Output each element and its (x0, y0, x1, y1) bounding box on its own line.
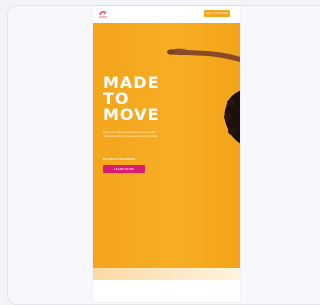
brand-logo-icon[interactable] (98, 9, 108, 19)
nav-cta-button[interactable]: GET STARTED (204, 10, 230, 17)
hero-headline: MADE TO MOVE (103, 75, 160, 123)
dancer-arm-image (167, 48, 240, 63)
hero-cta-button[interactable]: LEARN MORE (103, 165, 145, 173)
headline-line: MOVE (103, 105, 160, 124)
hero-description: Move your body and feel good every day w… (103, 131, 158, 139)
hero-subhead: STUDIO PROGRAM (103, 157, 136, 161)
dancer-hair-image (224, 90, 240, 144)
page-preview[interactable]: GET STARTED MADE TO MOVE Move your body … (93, 6, 240, 302)
hero-fade (93, 268, 240, 280)
site-nav: GET STARTED (93, 6, 240, 23)
hero-section: MADE TO MOVE Move your body and feel goo… (93, 23, 240, 278)
